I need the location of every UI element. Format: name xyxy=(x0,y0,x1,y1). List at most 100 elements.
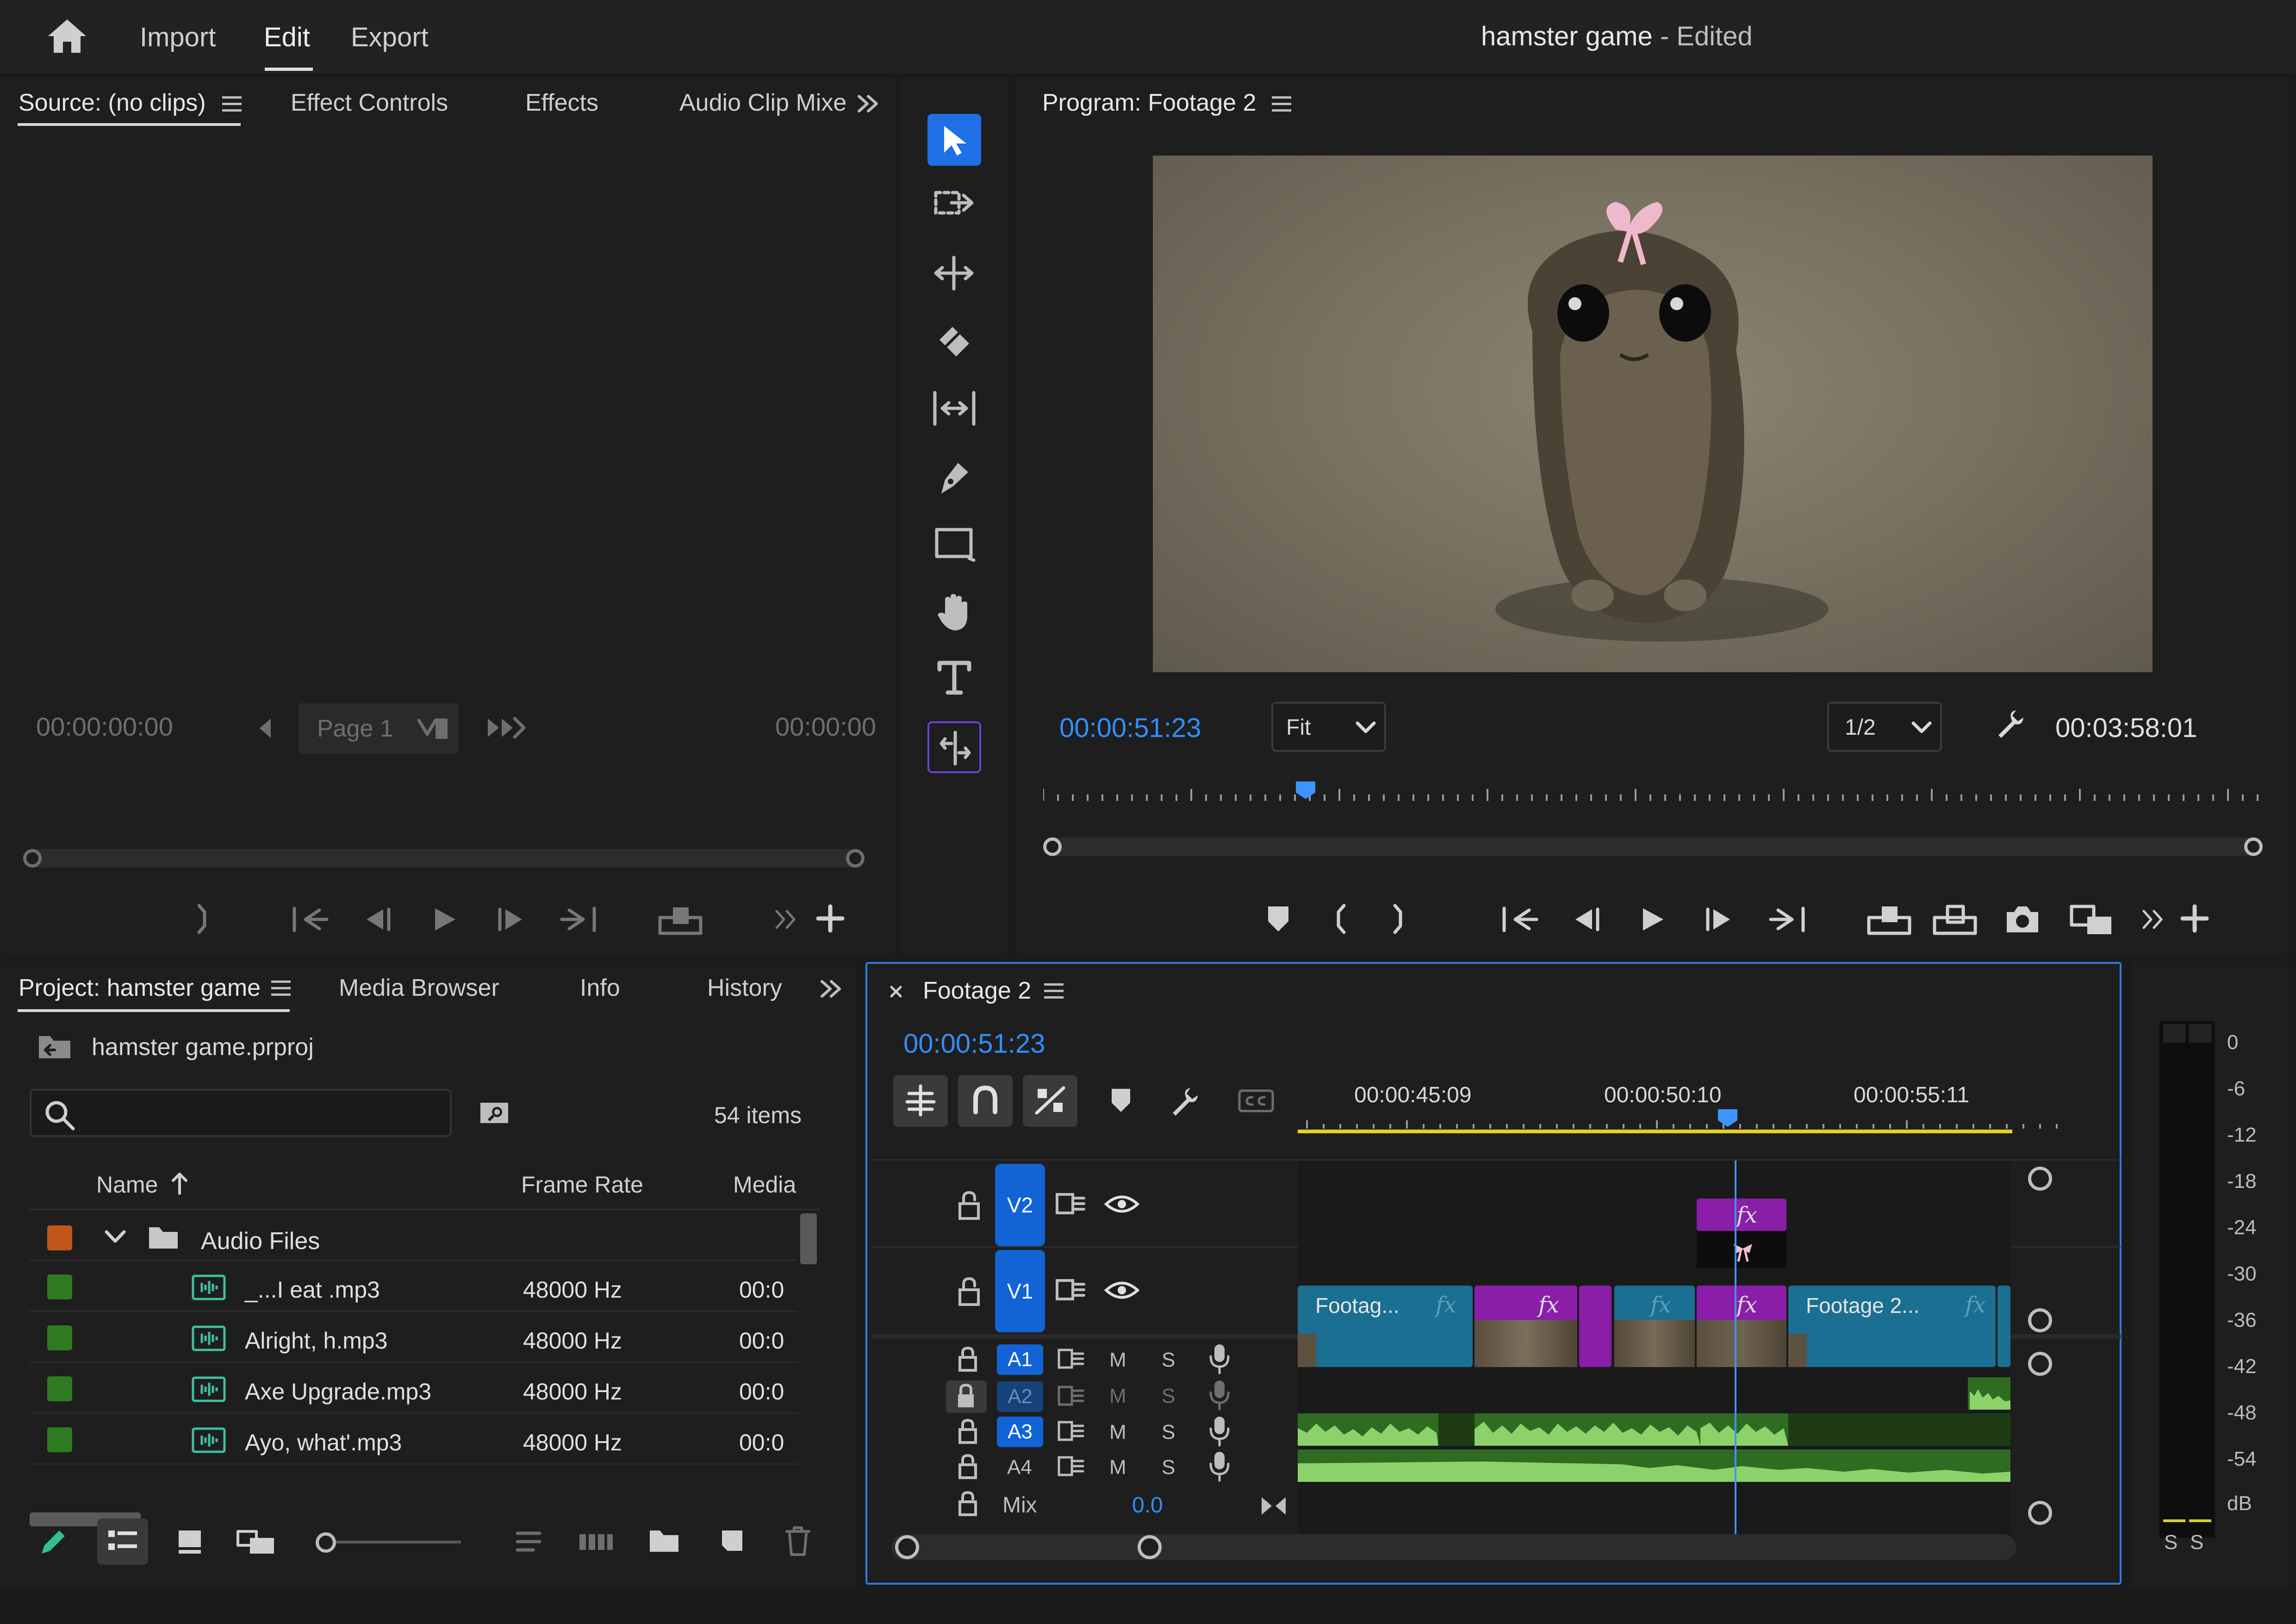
v1-clip-fx-2[interactable]: fx xyxy=(1697,1286,1786,1367)
sort-icons-icon[interactable] xyxy=(515,1528,542,1555)
sequence-tab[interactable]: Footage 2 xyxy=(923,979,1031,1003)
tab-effects[interactable]: Effects xyxy=(525,91,598,115)
program-title[interactable]: Program: Footage 2 xyxy=(1042,91,1256,115)
go-to-out-icon[interactable] xyxy=(560,906,597,933)
insert-icon[interactable] xyxy=(485,715,527,741)
track-select-icon[interactable] xyxy=(933,188,975,220)
sync-lock-icon[interactable] xyxy=(1057,1383,1086,1408)
label-color-green[interactable] xyxy=(47,1325,72,1350)
folder-row[interactable]: Audio Files xyxy=(30,1211,798,1260)
solo-button[interactable]: S xyxy=(1162,1386,1175,1406)
tab-info[interactable]: Info xyxy=(580,976,620,1000)
scroll-handle-left[interactable] xyxy=(23,849,42,868)
v1-clip-footage-2[interactable]: Footage 2... fx xyxy=(1788,1286,1996,1367)
lock-icon[interactable] xyxy=(956,1491,979,1517)
list-item[interactable]: _...I eat .mp3 48000 Hz 00:0 xyxy=(30,1262,798,1311)
export-menu[interactable]: Export xyxy=(351,24,429,51)
close-icon[interactable] xyxy=(888,983,904,1000)
sync-lock-icon[interactable] xyxy=(1055,1190,1088,1218)
label-color-green[interactable] xyxy=(47,1376,72,1401)
freeform-view-icon[interactable] xyxy=(236,1527,278,1556)
camera-icon[interactable] xyxy=(2004,904,2041,936)
more-controls-icon[interactable] xyxy=(2140,906,2168,933)
pen-tool-icon[interactable] xyxy=(935,456,972,498)
linked-selection-button[interactable] xyxy=(1023,1075,1077,1127)
label-color-green[interactable] xyxy=(47,1274,72,1299)
chevron-down-icon[interactable] xyxy=(104,1228,127,1247)
v2-clip[interactable]: fx xyxy=(1697,1199,1786,1231)
fit-dropdown[interactable]: Fit xyxy=(1271,702,1386,752)
vertical-scrollbar[interactable] xyxy=(800,1213,817,1264)
slip-tool-icon[interactable] xyxy=(931,390,977,427)
label-color-green[interactable] xyxy=(47,1427,72,1452)
program-playhead[interactable] xyxy=(1296,781,1315,799)
captions-icon[interactable] xyxy=(1238,1088,1275,1114)
sort-ascending-icon[interactable] xyxy=(170,1170,189,1196)
timeline-ruler[interactable] xyxy=(1298,1107,2066,1135)
lock-icon[interactable] xyxy=(956,1454,979,1480)
timeline-tracks-area[interactable]: fx Footag... fx fx fx fx Footage 2... fx xyxy=(1298,1161,2010,1549)
microphone-icon[interactable] xyxy=(1208,1343,1231,1375)
mark-in-icon[interactable] xyxy=(1330,903,1349,935)
tab-history[interactable]: History xyxy=(707,976,782,1000)
track-a2-button[interactable]: A2 xyxy=(997,1381,1043,1412)
zoom-slider-handle[interactable] xyxy=(316,1532,336,1553)
sequence-menu-icon[interactable] xyxy=(1043,981,1064,1000)
v-scroll-top[interactable] xyxy=(2028,1167,2052,1191)
list-view-button[interactable] xyxy=(97,1518,148,1565)
mark-out-icon[interactable] xyxy=(194,903,213,935)
a-scroll-bottom[interactable] xyxy=(2028,1501,2052,1525)
go-to-out-icon[interactable] xyxy=(1769,906,1806,933)
automate-to-sequence-icon[interactable] xyxy=(578,1528,615,1555)
step-back-icon[interactable] xyxy=(361,906,393,933)
program-video-frame[interactable] xyxy=(1153,156,2153,672)
list-item[interactable]: Ayo, what'.mp3 48000 Hz 00:0 xyxy=(30,1414,798,1463)
solo-button[interactable]: S xyxy=(1162,1457,1175,1478)
v1-clip-end[interactable] xyxy=(1997,1286,2010,1367)
prev-arrow-icon[interactable] xyxy=(257,717,274,740)
lock-icon[interactable] xyxy=(956,1277,982,1306)
solo-button[interactable]: S xyxy=(1162,1422,1175,1443)
timeline-timecode[interactable]: 00:00:51:23 xyxy=(903,1031,1045,1057)
source-scrollbar[interactable] xyxy=(23,849,865,868)
step-forward-icon[interactable] xyxy=(1703,906,1736,933)
sync-lock-icon[interactable] xyxy=(1057,1346,1086,1371)
edit-menu[interactable]: Edit xyxy=(264,24,310,51)
mute-button[interactable]: M xyxy=(1109,1422,1126,1443)
zoom-handle-right[interactable] xyxy=(1138,1535,1162,1559)
resolution-dropdown[interactable]: 1/2 xyxy=(1827,702,1942,752)
trash-icon[interactable] xyxy=(784,1525,812,1557)
more-tabs-icon[interactable] xyxy=(819,979,842,999)
type-tool-icon[interactable] xyxy=(936,659,973,696)
column-frame-rate[interactable]: Frame Rate xyxy=(521,1173,643,1196)
remix-tool[interactable] xyxy=(927,721,981,773)
pencil-icon[interactable] xyxy=(37,1526,69,1558)
mute-button[interactable]: M xyxy=(1109,1386,1126,1406)
sync-lock-icon[interactable] xyxy=(1057,1454,1086,1479)
more-tabs-icon[interactable] xyxy=(856,94,879,114)
a2-lock-button[interactable] xyxy=(946,1380,987,1413)
zoom-handle-left[interactable] xyxy=(895,1535,919,1559)
snap-button[interactable] xyxy=(958,1075,1013,1127)
meter-solo-left[interactable]: S xyxy=(2164,1532,2178,1553)
new-bin-icon[interactable] xyxy=(648,1527,680,1555)
project-menu-icon[interactable] xyxy=(270,979,292,997)
lock-icon[interactable] xyxy=(956,1346,979,1372)
zoom-handle-left[interactable] xyxy=(1043,837,1062,856)
hand-tool-icon[interactable] xyxy=(935,591,972,632)
microphone-icon[interactable] xyxy=(1208,1379,1231,1411)
go-to-in-icon[interactable] xyxy=(292,906,329,933)
v1-clip-footage[interactable]: Footag... fx xyxy=(1298,1286,1473,1367)
meter-solo-right[interactable]: S xyxy=(2190,1532,2203,1553)
track-a4-label[interactable]: A4 xyxy=(1007,1457,1032,1478)
column-media[interactable]: Media xyxy=(733,1173,796,1196)
track-a3-button[interactable]: A3 xyxy=(997,1417,1043,1447)
track-v1-button[interactable]: V1 xyxy=(995,1250,1045,1332)
find-in-bin-icon[interactable] xyxy=(477,1096,514,1129)
sync-lock-icon[interactable] xyxy=(1057,1418,1086,1443)
panel-menu-icon[interactable] xyxy=(221,94,243,113)
eye-icon[interactable] xyxy=(1104,1279,1139,1302)
list-item[interactable]: Axe Upgrade.mp3 48000 Hz 00:0 xyxy=(30,1363,798,1412)
v1-clip-blue[interactable]: fx xyxy=(1614,1286,1695,1367)
lift-icon[interactable] xyxy=(1866,904,1912,936)
